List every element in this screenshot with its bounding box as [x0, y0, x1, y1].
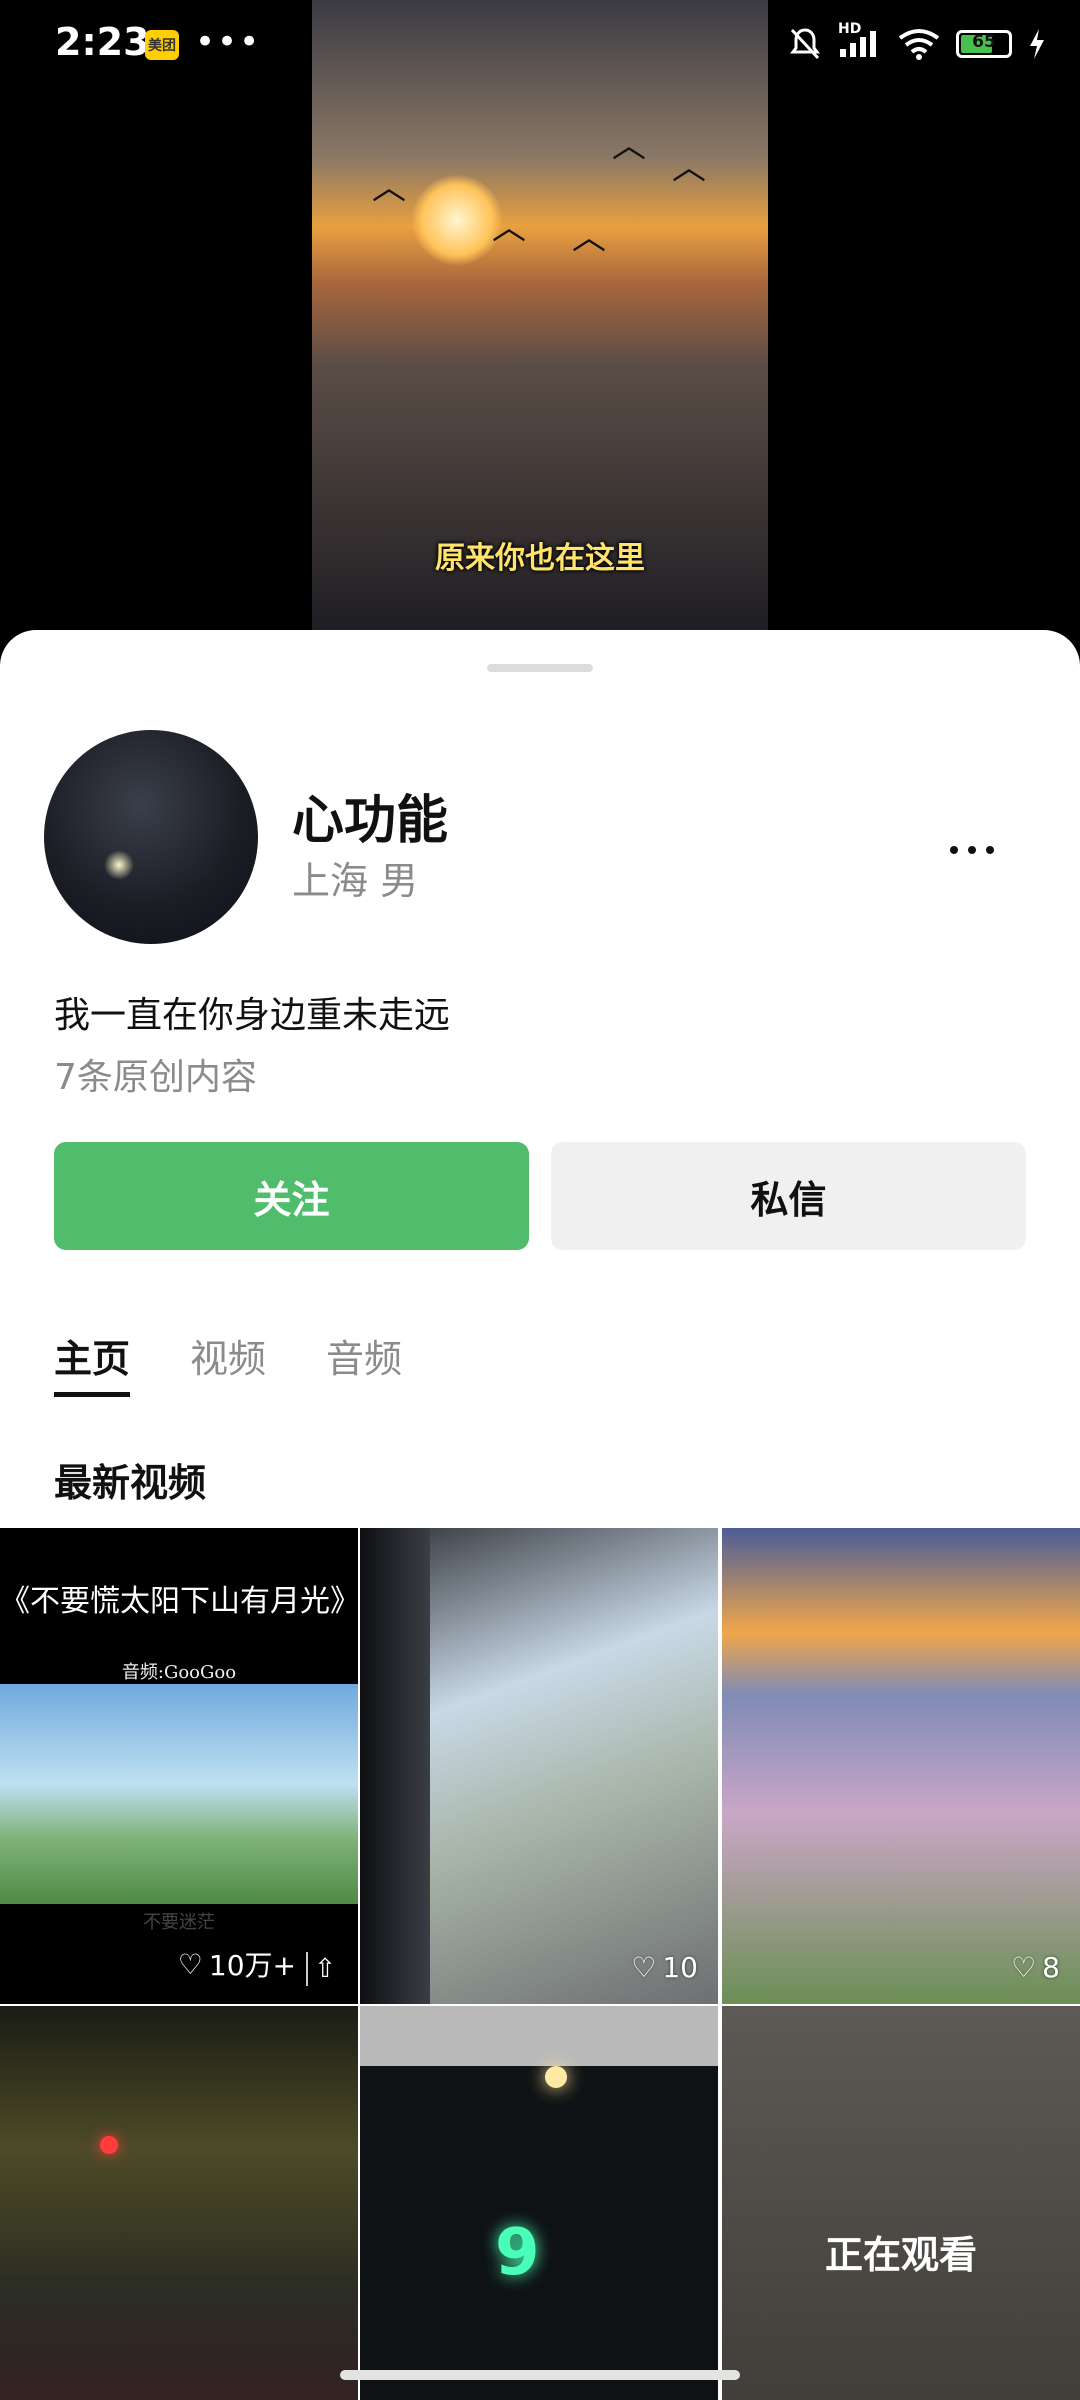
bird-silhouette: ︿	[372, 168, 406, 208]
profile-bio: 我一直在你身边重未走远	[54, 995, 451, 1036]
heart-icon: ♡	[177, 1947, 203, 1981]
network-type: HD	[838, 21, 862, 37]
status-time: 2:23	[55, 20, 150, 64]
battery-icon: 65	[956, 30, 1012, 58]
section-title: 最新视频	[54, 1461, 207, 1505]
countdown-signal: 9	[495, 2216, 540, 2290]
street-lamp	[545, 2066, 567, 2088]
lighter-flame	[104, 850, 134, 880]
follow-button[interactable]: 关注	[54, 1142, 529, 1250]
wifi-icon	[898, 29, 940, 60]
video-tile[interactable]: 9	[360, 2006, 718, 2400]
battery-level: 65	[972, 32, 996, 52]
video-tile[interactable]: ♡ 8	[722, 1528, 1080, 2004]
video-tile-now-watching[interactable]: 正在观看	[722, 2006, 1080, 2400]
profile-location-gender: 上海 男	[292, 859, 419, 903]
traffic-light	[100, 2136, 118, 2154]
meituan-badge: 美团	[145, 30, 179, 60]
status-bar: 2:23 美团 ••• HD 65	[0, 0, 1080, 90]
bird-silhouette: ︿	[612, 126, 646, 166]
heart-icon: ♡	[631, 1951, 657, 1984]
video-likes: ♡ 10	[631, 1951, 698, 1984]
status-overflow: •••	[195, 22, 262, 62]
likes-count: 8	[1042, 1951, 1060, 1984]
likes-count: 10万+	[208, 1949, 296, 1982]
profile-name: 心功能	[292, 791, 449, 851]
video-caption: 不要迷茫	[143, 1912, 215, 1933]
video-title: 《不要慌太阳下山有月光》	[0, 1584, 358, 1619]
sheet-drag-handle[interactable]	[487, 664, 593, 672]
video-tile[interactable]: 《不要慌太阳下山有月光》 音频:GooGoo 不要迷茫 ♡ 10万+ ⇧	[0, 1528, 358, 2004]
profile-tabs: 主页 视频 音频	[54, 1328, 402, 1397]
bird-silhouette: ︿	[572, 218, 606, 258]
now-watching-label: 正在观看	[824, 2233, 977, 2277]
profile-sheet: 心功能 上海 男 我一直在你身边重未走远 7条原创内容 关注 私信 主页 视频 …	[0, 630, 1080, 2400]
video-likes: ♡ 10万+	[178, 1944, 296, 1984]
likes-count: 10	[662, 1951, 698, 1984]
more-icon[interactable]	[950, 830, 1010, 870]
tab-audio[interactable]: 音频	[326, 1328, 402, 1383]
video-tile[interactable]: ♡ 10	[360, 1528, 718, 2004]
video-audio-credit: 音频:GooGoo	[121, 1662, 237, 1683]
avatar[interactable]	[44, 730, 258, 944]
video-subtitle: 原来你也在这里	[435, 541, 645, 576]
video-likes: ♡ 8	[1011, 1951, 1060, 1984]
video-thumbnail	[0, 1684, 358, 1904]
charging-icon	[1030, 29, 1044, 59]
sun-glow	[412, 175, 502, 265]
signal-icon: HD	[838, 21, 882, 61]
train-window-frame	[360, 1528, 430, 2004]
tab-video[interactable]: 视频	[190, 1328, 266, 1383]
video-preview[interactable]: ︿ ︿ ︿ ︿ ︿ 原来你也在这里	[312, 0, 768, 630]
tab-home[interactable]: 主页	[54, 1328, 131, 1397]
status-icons: HD 65	[788, 21, 1046, 62]
message-button[interactable]: 私信	[551, 1142, 1026, 1250]
bird-silhouette: ︿	[672, 148, 706, 188]
original-content-count: 7条原创内容	[54, 1057, 257, 1098]
mute-bell-icon	[790, 28, 820, 60]
pin-top-icon: ⇧	[306, 1952, 342, 1986]
heart-icon: ♡	[1011, 1951, 1037, 1984]
video-tile[interactable]	[0, 2006, 358, 2400]
home-indicator[interactable]	[340, 2370, 740, 2380]
bird-silhouette: ︿	[492, 208, 526, 248]
